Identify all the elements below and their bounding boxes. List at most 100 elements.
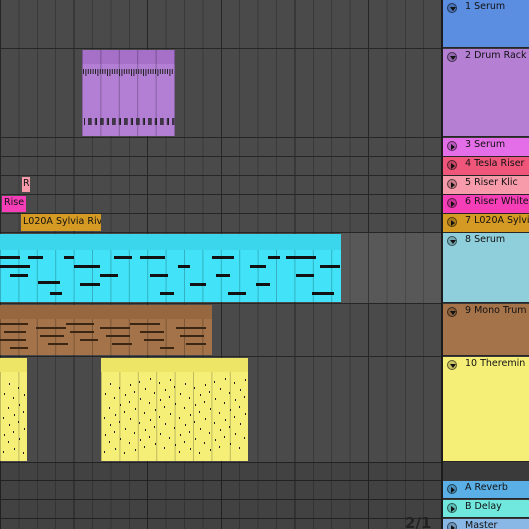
expand-arrow-icon[interactable] (447, 217, 457, 227)
collapse-arrow-icon[interactable] (447, 307, 457, 317)
midi-note (250, 265, 266, 268)
track-header-12[interactable]: B Delay (443, 500, 529, 518)
midi-note (154, 392, 155, 394)
midi-note (130, 384, 131, 386)
midi-note (256, 283, 270, 286)
midi-note (212, 256, 234, 259)
track-name: 5 Riser Klic (465, 177, 518, 188)
drum-hit (126, 69, 128, 74)
midi-note (114, 397, 115, 399)
midi-note (159, 416, 160, 418)
midi-note (224, 402, 225, 404)
beat-line (211, 372, 213, 461)
midi-note (230, 443, 231, 445)
track-header-4[interactable]: 4 Tesla Riser (443, 157, 529, 176)
midi-note (13, 397, 14, 399)
midi-note (225, 378, 226, 380)
clip-riser-klic[interactable]: R (22, 177, 30, 192)
collapse-arrow-icon[interactable] (447, 236, 457, 246)
midi-note (184, 407, 185, 409)
midi-note (10, 274, 28, 277)
midi-note (165, 389, 166, 391)
clip-header (0, 234, 341, 250)
drum-hit (157, 69, 159, 76)
midi-note (165, 423, 166, 425)
drum-hit (126, 118, 128, 125)
expand-arrow-icon[interactable] (447, 484, 457, 494)
clip-header (0, 305, 212, 319)
beat-line (202, 250, 204, 302)
track-header-9[interactable]: 9 Mono Trum (443, 304, 529, 356)
midi-note (24, 428, 25, 430)
collapse-arrow-icon[interactable] (447, 360, 457, 370)
midi-note (240, 423, 241, 425)
midi-note (0, 339, 26, 341)
expand-arrow-icon[interactable] (447, 198, 457, 208)
collapse-arrow-icon[interactable] (447, 3, 457, 13)
expand-arrow-icon[interactable] (447, 522, 457, 529)
clip-serum[interactable] (0, 234, 341, 302)
clip-sylvia[interactable]: L020A Sylvia Riv (21, 214, 101, 231)
midi-note (180, 393, 181, 395)
track-header-10[interactable]: 10 Theremin (443, 357, 529, 462)
drum-hit (114, 118, 116, 125)
track-header-3[interactable]: 3 Serum (443, 138, 529, 157)
midi-note (164, 447, 165, 449)
track-header-2[interactable]: 2 Drum Rack (443, 49, 529, 137)
midi-note (189, 397, 190, 399)
clip-riser-white[interactable]: Rise (2, 196, 26, 212)
theremin-clip-notes (0, 358, 27, 461)
midi-note (110, 424, 111, 426)
midi-note (194, 387, 195, 389)
midi-note (176, 327, 206, 329)
drum-hit (147, 69, 149, 74)
drum-hit (102, 118, 104, 125)
track-name: 8 Serum (465, 234, 506, 245)
midi-note (114, 256, 132, 259)
drum-hit (90, 69, 92, 74)
midi-note (100, 274, 118, 277)
track-header-7[interactable]: 7 L020A Sylvia (443, 214, 529, 233)
track-header-11[interactable]: A Reverb (443, 481, 529, 499)
drum-hit (137, 118, 139, 125)
expand-arrow-icon[interactable] (447, 503, 457, 513)
clip-label: R (23, 178, 30, 189)
midi-note (140, 256, 165, 259)
drum-hit (118, 118, 120, 125)
drum-hit (128, 69, 130, 74)
track-header-5[interactable]: 5 Riser Klic (443, 176, 529, 195)
expand-arrow-icon[interactable] (447, 160, 457, 170)
collapse-arrow-icon[interactable] (447, 52, 457, 62)
arrangement-grid[interactable]: R Rise L020A Sylvia Riv (0, 0, 441, 529)
drum-hit (89, 118, 91, 125)
drum-hit (171, 69, 173, 74)
drum-hit (148, 118, 150, 125)
midi-note (220, 429, 221, 431)
track-header-8[interactable]: 8 Serum (443, 233, 529, 303)
track-header-1[interactable]: 1 Serum (443, 0, 529, 48)
midi-note (150, 419, 151, 421)
midi-note (296, 274, 314, 277)
beat-line (184, 250, 185, 302)
beat-line (229, 372, 231, 461)
clip-mono-trumpet[interactable] (0, 305, 212, 355)
clip-theremin-1[interactable] (0, 358, 27, 461)
track-header-6[interactable]: 6 Riser White (443, 195, 529, 214)
clip-label: L020A Sylvia Riv (23, 216, 101, 227)
drum-hit (94, 118, 96, 125)
track-header-13[interactable]: Master (443, 519, 529, 529)
midi-note (23, 452, 24, 454)
drum-hit (154, 118, 156, 125)
beat-line (156, 372, 158, 461)
midi-note (190, 448, 191, 450)
midi-note (194, 421, 195, 423)
clip-drum-rack[interactable] (82, 50, 175, 136)
midi-note (230, 409, 231, 411)
midi-note (160, 399, 161, 401)
drum-hit (149, 118, 151, 125)
midi-note (205, 418, 206, 420)
clip-theremin-2[interactable] (101, 358, 248, 461)
midi-note (160, 347, 174, 349)
expand-arrow-icon[interactable] (447, 141, 457, 151)
expand-arrow-icon[interactable] (447, 179, 457, 189)
